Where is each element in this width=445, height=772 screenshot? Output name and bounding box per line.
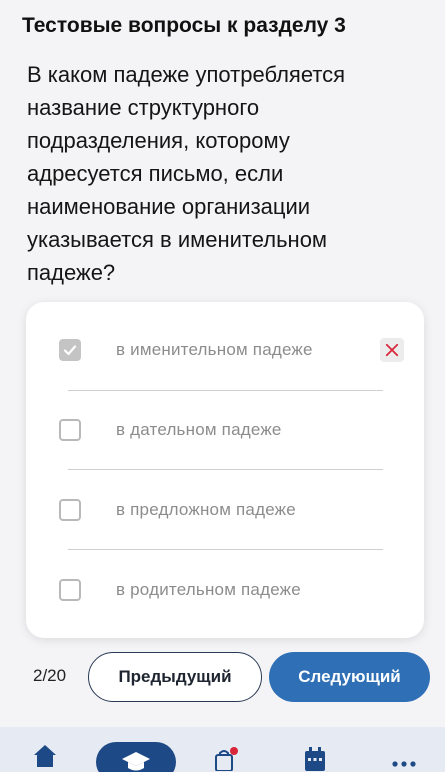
- page-title: Тестовые вопросы к разделу 3: [22, 14, 346, 37]
- notification-badge: [230, 747, 238, 755]
- question-text: В каком падеже употребляется название ст…: [27, 62, 346, 285]
- calendar-icon[interactable]: [304, 747, 326, 772]
- wrong-answer-icon: [380, 338, 404, 362]
- answer-options-card: в именительном падеже в дательном падеже…: [26, 302, 424, 638]
- checkbox[interactable]: [59, 419, 81, 441]
- option-label: в именительном падеже: [116, 340, 313, 359]
- option-item[interactable]: в родительном падеже: [26, 550, 424, 630]
- option-item[interactable]: в предложном падеже: [26, 470, 424, 550]
- next-button[interactable]: Следующий: [269, 652, 430, 702]
- option-label: в дательном падеже: [116, 420, 282, 439]
- option-label: в родительном падеже: [116, 580, 301, 599]
- bottom-navigation: [0, 727, 445, 772]
- question-counter: 2/20: [33, 666, 67, 685]
- check-icon: [63, 345, 77, 356]
- nav-item-courses[interactable]: [96, 742, 176, 772]
- option-label: в предложном падеже: [116, 500, 296, 519]
- previous-button[interactable]: Предыдущий: [88, 652, 262, 702]
- option-item[interactable]: в именительном падеже: [26, 310, 424, 390]
- checkbox[interactable]: [59, 499, 81, 521]
- checkbox-checked[interactable]: [59, 339, 81, 361]
- option-item[interactable]: в дательном падеже: [26, 390, 424, 470]
- more-icon[interactable]: [392, 755, 416, 772]
- graduation-cap-icon: [121, 750, 151, 772]
- checkbox[interactable]: [59, 579, 81, 601]
- home-icon[interactable]: [33, 743, 57, 772]
